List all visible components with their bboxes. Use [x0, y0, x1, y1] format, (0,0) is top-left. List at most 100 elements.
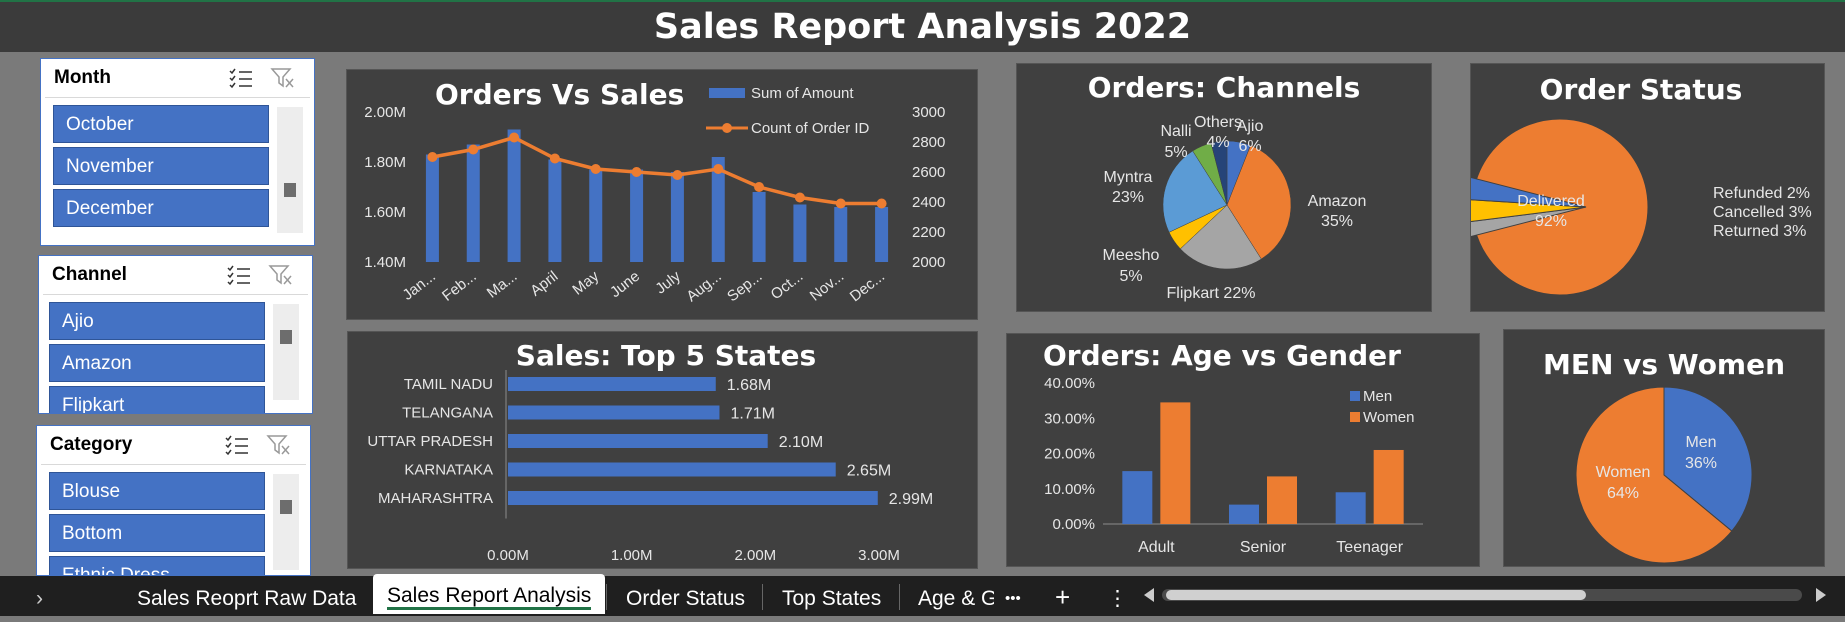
line-count-of-order-id	[432, 135, 882, 206]
slice-label: Amazon	[1308, 193, 1367, 210]
x-tick-label: Sep...	[724, 268, 765, 306]
multi-select-icon[interactable]	[224, 434, 250, 456]
x-tick-label: 3.00M	[858, 547, 900, 564]
y2-tick-label: 2400	[912, 194, 945, 211]
tab-label: Sales Report Analysis	[387, 584, 592, 607]
clear-filter-icon[interactable]	[268, 264, 294, 286]
category-label: KARNATAKA	[404, 462, 493, 479]
channel-slicer[interactable]: Channel Ajio Amazon Flipkart	[38, 255, 313, 414]
line-point	[835, 198, 846, 209]
x-tick-label: Nov...	[807, 268, 847, 305]
y-tick-label: 1.80M	[364, 154, 406, 171]
slice-label: Others	[1194, 114, 1242, 131]
x-tick-label: April	[527, 268, 561, 300]
bar-oct	[793, 204, 807, 262]
category-slicer-scrollbar[interactable]	[273, 474, 299, 570]
slicer-item-blouse[interactable]: Blouse	[49, 472, 265, 510]
x-tick-label: Ma...	[484, 268, 521, 302]
tab-sales-report-analysis[interactable]: Sales Report Analysis	[373, 574, 606, 614]
slicer-item-bottom[interactable]: Bottom	[49, 514, 265, 552]
slicer-item-ajio[interactable]: Ajio	[49, 302, 265, 340]
top-states-chart[interactable]: Sales: Top 5 States TAMIL NADU 1.68M TELAN…	[348, 332, 977, 568]
clear-filter-icon[interactable]	[266, 434, 292, 456]
slice-label: Women	[1596, 464, 1651, 481]
multi-select-icon[interactable]	[226, 264, 252, 286]
bar-jan	[425, 154, 439, 262]
bar-nov	[834, 207, 848, 262]
orders-channels-chart[interactable]: Orders: Channels Ajio 6% Amazon 35% Flipkart…	[1017, 64, 1431, 311]
order-status-chart[interactable]: Order Status Delivered 92% Refunded 2% Canc…	[1471, 64, 1824, 311]
more-tabs-icon[interactable]: •••	[1005, 576, 1021, 616]
month-slicer[interactable]: Month October November December	[40, 58, 315, 246]
bar-july	[670, 172, 684, 262]
channel-slicer-scrollbar[interactable]	[273, 304, 299, 400]
bar-maharashtra	[508, 491, 878, 505]
slicer-item-ethnic-dress[interactable]: Ethnic Dress	[49, 556, 265, 575]
slicer-item-flipkart[interactable]: Flipkart	[49, 386, 265, 413]
month-slicer-header: Month	[45, 59, 310, 98]
line-point	[509, 132, 520, 143]
category-slicer[interactable]: Category Blouse Bottom Ethnic Dress	[36, 425, 311, 576]
horizontal-scrollbar[interactable]	[1140, 584, 1830, 606]
bar-april	[548, 159, 562, 262]
scroll-thumb[interactable]	[280, 500, 292, 514]
order-status-svg: Order Status Delivered 92% Refunded 2% Canc…	[1471, 73, 1812, 296]
legend-swatch-women	[1350, 412, 1360, 422]
chart-title: MEN vs Women	[1543, 348, 1785, 381]
slicer-item-amazon[interactable]: Amazon	[49, 344, 265, 382]
scroll-right-icon[interactable]	[1816, 588, 1826, 602]
x-tick-label: July	[652, 267, 684, 297]
scroll-left-icon[interactable]	[1144, 588, 1154, 602]
bar-value-label: 2.65M	[847, 463, 891, 480]
x-tick-label: Aug...	[683, 268, 724, 306]
scroll-thumb[interactable]	[1166, 590, 1586, 600]
tab-sales-raw-data[interactable]: Sales Reoprt Raw Data	[137, 576, 356, 616]
legend-label-line: Count of Order ID	[751, 120, 870, 137]
line-point	[549, 153, 560, 164]
channel-slicer-header: Channel	[43, 256, 308, 295]
slicer-item-december[interactable]: December	[53, 189, 269, 227]
slicer-item-october[interactable]: October	[53, 105, 269, 143]
scroll-thumb[interactable]	[284, 183, 296, 197]
bar-telangana	[508, 405, 720, 420]
category-slicer-header: Category	[41, 426, 306, 465]
active-tab-underline	[387, 607, 592, 610]
chart-title: Orders Vs Sales	[435, 78, 684, 111]
add-sheet-icon[interactable]: +	[1055, 576, 1070, 616]
chart-title: Order Status	[1540, 73, 1743, 106]
month-slicer-scrollbar[interactable]	[277, 107, 303, 233]
orders-vs-sales-chart[interactable]: Orders Vs Sales Sum of Amount Count of O…	[347, 70, 977, 319]
scroll-thumb[interactable]	[280, 330, 292, 344]
legend-swatch-men	[1350, 391, 1360, 401]
bar-men-adult	[1122, 471, 1153, 524]
chart-title: Orders: Channels	[1088, 71, 1361, 104]
sheet-tab-bar: › Sales Reoprt Raw Data Sales Report Ana…	[0, 574, 1845, 616]
tab-age-gender[interactable]: Age & G	[918, 576, 994, 616]
top-states-svg: Sales: Top 5 States TAMIL NADU 1.68M TELAN…	[367, 339, 933, 564]
legend-label-men: Men	[1363, 388, 1392, 405]
x-tick-label: May	[569, 267, 602, 298]
slice-label: 5%	[1119, 268, 1142, 285]
y-tick-label: 2.00M	[364, 104, 406, 121]
age-gender-chart[interactable]: Orders: Age vs Gender Men Women 0.00% 10.…	[1007, 334, 1479, 566]
slice-label: 4%	[1206, 134, 1229, 151]
tab-top-states[interactable]: Top States	[782, 576, 881, 616]
x-tick-label: June	[607, 268, 643, 301]
slice-label: 92%	[1535, 213, 1567, 230]
tab-separator	[762, 584, 763, 610]
sheet-options-icon[interactable]: ⋮	[1107, 576, 1128, 616]
bar-value-label: 2.99M	[889, 491, 933, 508]
slice-label: Men	[1685, 434, 1716, 451]
men-vs-women-chart[interactable]: MEN vs Women Men 36% Women 64%	[1504, 330, 1824, 566]
tab-scroll-right-icon[interactable]: ›	[36, 576, 43, 616]
clear-filter-icon[interactable]	[270, 67, 296, 89]
tab-order-status[interactable]: Order Status	[626, 576, 745, 616]
slicer-item-november[interactable]: November	[53, 147, 269, 185]
line-point	[468, 144, 479, 155]
multi-select-icon[interactable]	[228, 67, 254, 89]
legend-label-women: Women	[1363, 409, 1414, 426]
slice-label: Flipkart 22%	[1167, 285, 1256, 302]
x-tick-label: Dec...	[847, 268, 888, 306]
bar-women-adult	[1160, 402, 1191, 524]
tab-separator	[899, 584, 900, 610]
